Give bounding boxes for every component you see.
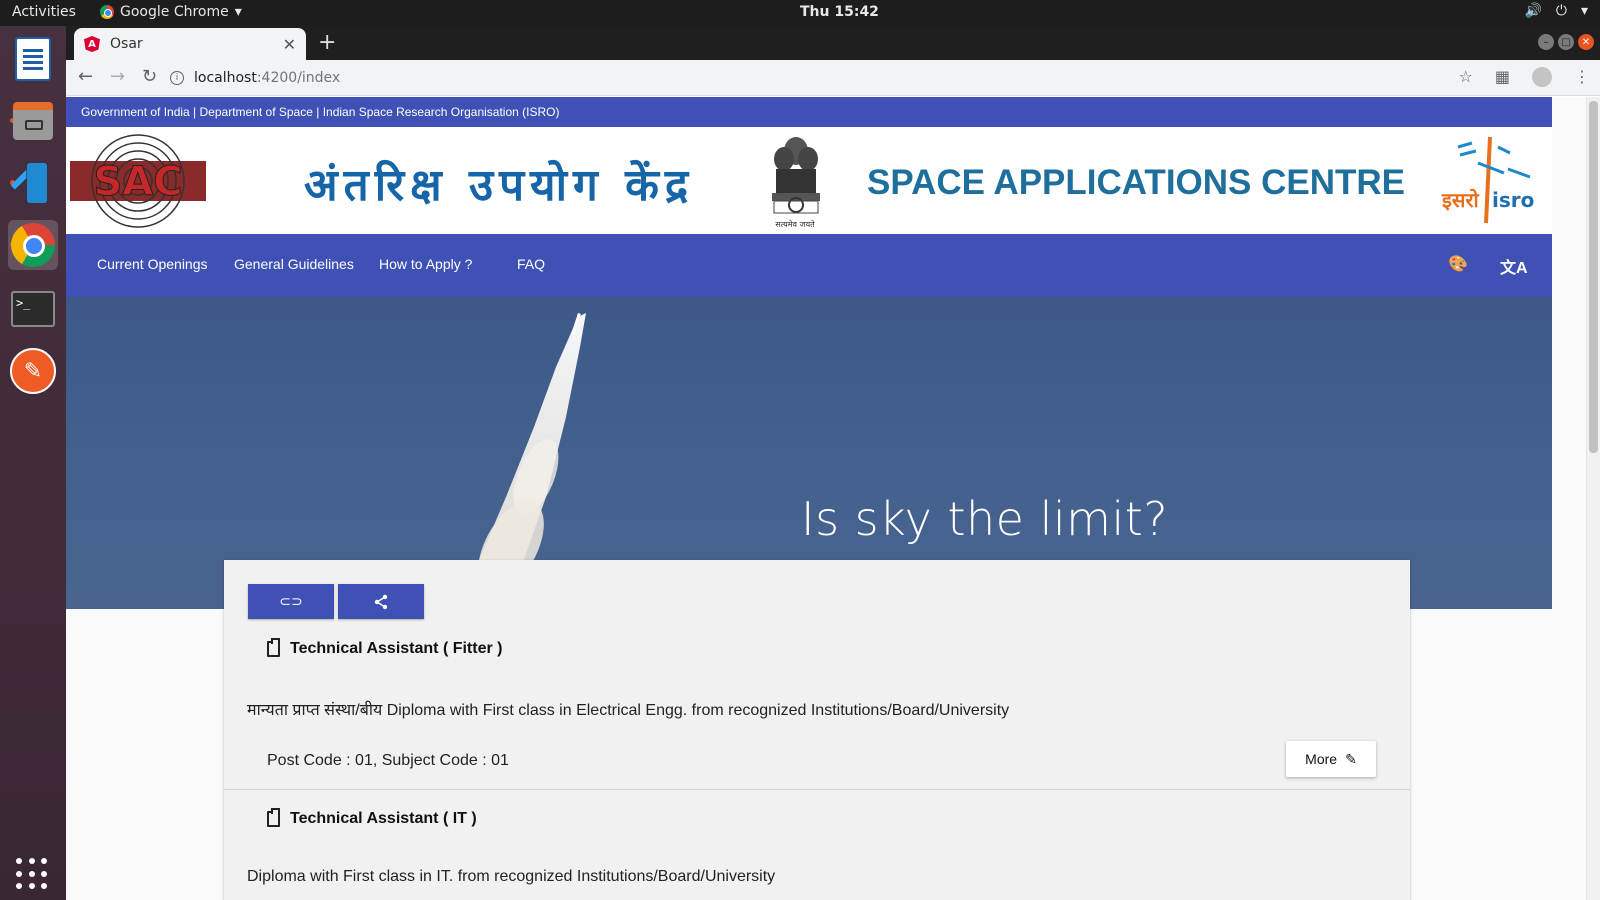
new-tab-button[interactable]: + [318,30,336,55]
minimize-button[interactable]: – [1538,34,1554,50]
document-writer-icon [15,37,51,81]
isro-logo-icon[interactable]: इसरो isro [1438,133,1538,229]
hindi-title: अंतरिक्ष उपयोग केंद्र [304,160,695,211]
app-menu[interactable]: Google Chrome ▾ [100,4,242,20]
system-top-bar: Activities Google Chrome ▾ Thu 15:42 🔊 ⏻… [0,0,1600,26]
share-icon [374,594,388,609]
toolbar-actions: ☆ ▦ ⋮ [1459,67,1590,87]
attachment-button[interactable]: ⊂⊃ [248,584,334,619]
dock-files[interactable] [8,96,58,146]
more-button-label: More [1305,751,1338,767]
bookmark-star-icon[interactable]: ☆ [1459,67,1473,87]
divider [224,789,1410,790]
svg-text:इसरो: इसरो [1441,188,1480,212]
dock-terminal[interactable]: >_ [8,284,58,334]
job-title: Technical Assistant ( IT ) [290,810,477,827]
gov-strip: Government of India | Department of Spac… [66,97,1552,127]
page-viewport[interactable]: Government of India | Department of Spac… [66,97,1600,900]
pencil-icon: ✎ [1345,750,1357,767]
english-title: SPACE APPLICATIONS CENTRE [867,163,1406,202]
power-icon[interactable]: ⏻ [1556,3,1567,19]
show-applications-icon[interactable] [16,858,48,890]
window-controls: – □ ✕ [1538,34,1594,50]
job-description: Diploma with First class in IT. from rec… [247,868,776,885]
tab-osar[interactable]: A Osar ✕ [74,28,306,60]
national-emblem-icon [772,137,820,214]
file-manager-icon [13,102,53,140]
scroll-thumb[interactable] [1589,101,1598,453]
translate-icon[interactable]: 文A [1500,254,1528,278]
forward-arrow-icon[interactable]: → [110,66,125,87]
palette-icon[interactable]: 🎨 [1448,254,1468,274]
angular-favicon-icon: A [84,36,100,52]
share-button[interactable] [338,584,424,619]
gov-strip-text: Government of India | Department of Spac… [81,105,560,119]
more-button[interactable]: More ✎ [1286,741,1376,777]
chrome-icon [11,223,55,267]
header-banner: SAC अंतरिक्ष उपयोग केंद्र सत्यमेव जयते S… [66,127,1552,234]
svg-text:isro: isro [1492,188,1534,212]
dock-postman[interactable]: ✎ [8,346,58,396]
hero-tagline: Is sky the limit? [801,492,1169,546]
openings-card: ⊂⊃ Technical Assistant ( Fitter ) मान्यत… [224,560,1410,900]
maximize-button[interactable]: □ [1558,34,1574,50]
chevron-down-icon[interactable]: ▾ [1581,3,1588,19]
tab-strip: A Osar ✕ + – □ ✕ [66,26,1600,60]
close-window-button[interactable]: ✕ [1578,34,1594,50]
main-navbar: Current Openings General Guidelines How … [66,234,1552,297]
system-tray[interactable]: 🔊 ⏻ ▾ [1524,3,1588,19]
address-bar[interactable]: i localhost :4200/index [170,64,1440,92]
dock-writer[interactable] [8,34,58,84]
extension-icon[interactable]: ▦ [1495,67,1510,87]
url-host: localhost [194,70,257,86]
paperclip-icon: ⊂⊃ [279,593,303,609]
chrome-icon [100,5,114,19]
chevron-down-icon: ▾ [234,4,242,20]
emblem-motto: सत्यमेव जयते [775,220,815,229]
clipboard-icon [267,808,280,827]
back-arrow-icon[interactable]: ← [78,66,93,87]
nav-how-to-apply[interactable]: How to Apply ? [379,256,472,272]
sac-logo-icon[interactable]: SAC [70,133,206,229]
info-icon[interactable]: i [170,71,184,85]
svg-text:SAC: SAC [93,159,182,205]
postman-icon: ✎ [10,348,56,394]
dock-vscode[interactable] [8,158,58,208]
dock: >_ ✎ [0,26,66,900]
app-menu-label: Google Chrome [120,4,229,20]
url-path: :4200/index [256,70,341,86]
volume-icon[interactable]: 🔊 [1524,3,1541,19]
dock-chrome[interactable] [8,220,58,270]
terminal-icon: >_ [11,291,55,327]
page-scrollbar[interactable] [1586,97,1600,900]
clipboard-icon [267,638,280,657]
activities-button[interactable]: Activities [12,4,76,20]
nav-faq[interactable]: FAQ [517,256,545,272]
menu-kebab-icon[interactable]: ⋮ [1574,67,1590,87]
profile-avatar-icon[interactable] [1532,67,1552,87]
job-codes: Post Code : 01, Subject Code : 01 [267,752,509,769]
job-description: मान्यता प्राप्त संस्था/बीय Diploma with … [247,702,1010,719]
job-title: Technical Assistant ( Fitter ) [290,640,503,657]
nav-current-openings[interactable]: Current Openings [97,256,208,272]
close-icon[interactable]: ✕ [283,35,296,54]
nav-general-guidelines[interactable]: General Guidelines [234,256,354,272]
job-title-row: Technical Assistant ( IT ) [267,808,477,828]
job-title-row: Technical Assistant ( Fitter ) [267,638,503,658]
reload-icon[interactable]: ↻ [142,66,157,87]
vscode-icon [13,163,53,203]
clock[interactable]: Thu 15:42 [800,4,879,20]
tab-title: Osar [110,36,143,52]
browser-toolbar: ← → ↻ i localhost :4200/index ☆ ▦ ⋮ [66,60,1600,96]
browser-window: A Osar ✕ + – □ ✕ ← → ↻ i localhost :4200… [66,26,1600,900]
